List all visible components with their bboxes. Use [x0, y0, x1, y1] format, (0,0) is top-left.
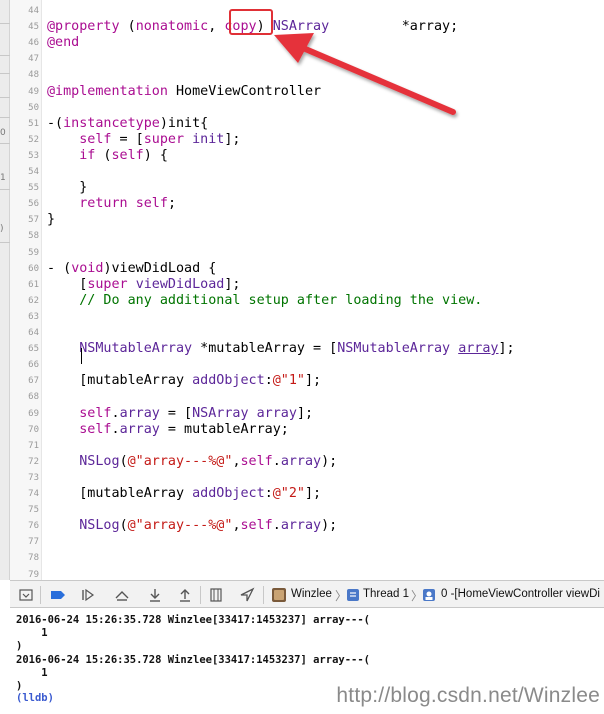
console-line: 2016-06-24 15:26:35.728 Winzlee[33417:14…: [16, 654, 371, 666]
console-line: 1: [16, 627, 48, 639]
thread-icon: [345, 587, 361, 603]
debug-toolbar: Winzlee 〉 Thread 1 〉 0 -[HomeViewControl…: [10, 580, 604, 608]
toolbar-separator: [40, 586, 41, 604]
stack-frame-icon: [421, 587, 437, 603]
app-target-icon: [271, 587, 287, 603]
lldb-prompt[interactable]: (lldb): [16, 692, 54, 705]
breadcrumb-thread[interactable]: Thread 1: [363, 588, 409, 600]
breadcrumb-target[interactable]: Winzlee: [291, 588, 332, 600]
toggle-console-icon[interactable]: [18, 587, 34, 603]
view-hierarchy-icon[interactable]: [208, 587, 224, 603]
breakpoint-icon[interactable]: [50, 587, 66, 603]
toolbar-separator: [263, 586, 264, 604]
console-line: ): [16, 640, 23, 652]
watermark-text: http://blog.csdn.net/Winzlee: [336, 684, 600, 707]
breadcrumb-frame[interactable]: 0 -[HomeViewController viewDi: [441, 588, 600, 600]
step-into-icon[interactable]: [147, 587, 163, 603]
location-icon[interactable]: [239, 587, 255, 603]
step-over-icon[interactable]: [114, 587, 130, 603]
console-line: 2016-06-24 15:26:35.728 Winzlee[33417:14…: [16, 614, 371, 626]
toolbar-separator: [200, 586, 201, 604]
step-out-icon[interactable]: [177, 587, 193, 603]
continue-icon[interactable]: [80, 587, 96, 603]
console-line: 1: [16, 667, 48, 679]
